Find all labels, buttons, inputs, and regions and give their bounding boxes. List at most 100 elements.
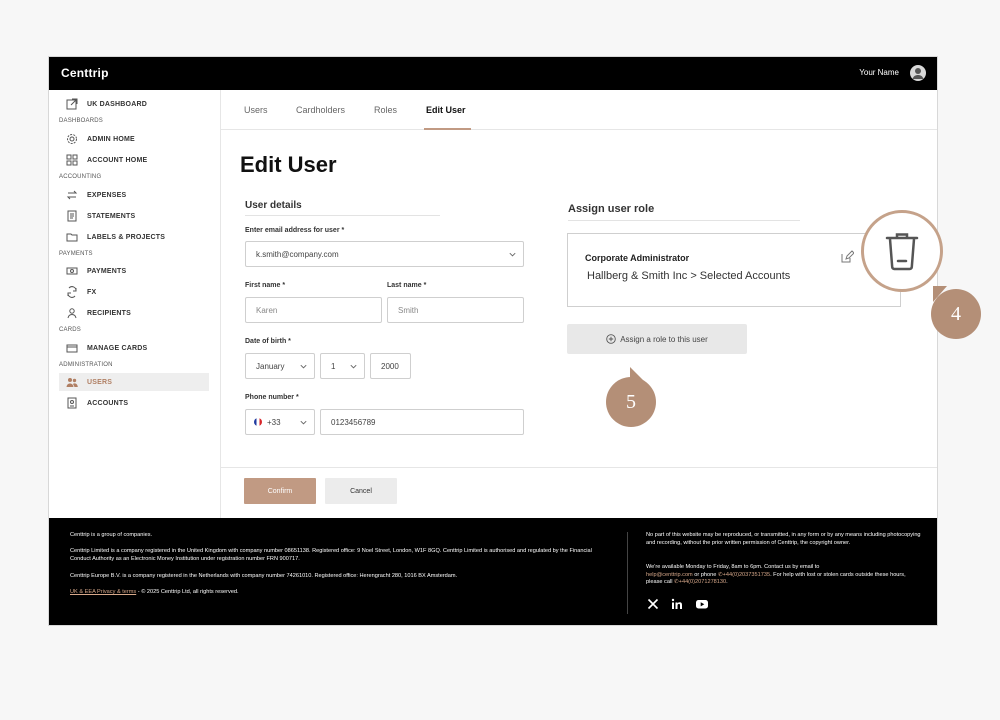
sidebar-item-admin-home[interactable]: ADMIN HOME [59,130,209,148]
user-icon [66,307,78,319]
banknote-icon [66,265,78,277]
footer-eu-registration: Centtrip Europe B.V. is a company regist… [70,573,458,579]
page-title: Edit User [240,152,337,177]
support-email-link[interactable]: help@centtrip.com [646,572,693,578]
edit-icon[interactable] [840,250,854,264]
delete-role-button[interactable] [861,210,943,292]
tab-bar: Users Cardholders Roles Edit User [221,90,937,130]
trash-icon [885,233,919,271]
support-phone-link[interactable]: +44(0)2037351735 [723,572,770,578]
user-name[interactable]: Your Name [859,68,899,77]
section-divider [568,220,800,221]
x-icon[interactable] [647,598,661,610]
footer-uk-registration: Centtrip Limited is a company registered… [70,548,592,562]
phone-number-field[interactable]: 0123456789 [320,409,524,435]
dob-month-select[interactable]: January [245,353,315,379]
chevron-down-icon [300,420,307,425]
footer-contact: We're available Monday to Friday, 8am to… [646,564,921,587]
assign-role-label: Assign a role to this user [620,334,708,344]
sidebar-item-label: ADMIN HOME [87,135,135,143]
callout-badge-4: 4 [931,289,981,339]
contact-text: . [726,579,728,585]
phone-label: Phone number * [245,394,299,401]
gear-icon [66,133,78,145]
form-divider [221,467,937,468]
last-name-label: Last name * [387,282,427,289]
app-window: Centtrip Your Name UK DASHBOARD DASHBOAR… [48,56,938,626]
top-bar: Centtrip Your Name [49,57,937,90]
accounts-icon [66,397,78,409]
copyright-text: - © 2025 Centtrip Ltd, all rights reserv… [136,589,239,595]
dob-year-value: 2000 [381,361,399,371]
assign-role-button[interactable]: Assign a role to this user [567,324,747,354]
role-scope: Hallberg & Smith Inc > Selected Accounts [587,270,791,282]
footer-divider [627,532,628,614]
tab-users[interactable]: Users [244,105,268,115]
sidebar-item-label: ACCOUNT HOME [87,156,148,164]
sidebar-item-fx[interactable]: FX [59,283,209,301]
dob-year-field[interactable]: 2000 [370,353,411,379]
tab-edit-user[interactable]: Edit User [426,105,466,115]
chevron-down-icon [509,252,516,257]
folder-icon [66,231,78,243]
sidebar-section-title: DASHBOARDS [59,118,104,124]
sidebar-item-users[interactable]: USERS [59,373,209,391]
email-label: Enter email address for user * [245,227,345,234]
avatar[interactable] [910,65,926,81]
sidebar-item-labels-projects[interactable]: LABELS & PROJECTS [59,228,209,246]
phone-country-select[interactable]: +33 [245,409,315,435]
sidebar-item-label: STATEMENTS [87,212,136,220]
dob-label: Date of birth * [245,338,291,345]
contact-text: We're available Monday to Friday, 8am to… [646,564,820,570]
france-flag-icon [254,418,262,426]
sidebar-item-label: EXPENSES [87,191,127,199]
assign-role-heading: Assign user role [568,203,655,215]
sidebar-item-statements[interactable]: STATEMENTS [59,207,209,225]
tab-roles[interactable]: Roles [374,105,397,115]
first-name-label: First name * [245,282,286,289]
dob-day-select[interactable]: 1 [320,353,365,379]
sidebar-item-label: ACCOUNTS [87,399,129,407]
sidebar-item-manage-cards[interactable]: MANAGE CARDS [59,339,209,357]
brand-logo[interactable]: Centtrip [61,66,109,80]
footer-legal: UK & EEA Privacy & terms - © 2025 Centtr… [70,589,600,597]
sidebar-section-title: CARDS [59,327,82,333]
lost-card-phone-link[interactable]: +44(0)2071278130 [679,579,726,585]
footer-group-text: Centtrip is a group of companies. [70,532,153,538]
grid-icon [66,154,78,166]
add-circle-icon [606,334,616,344]
sidebar-item-recipients[interactable]: RECIPIENTS [59,304,209,322]
confirm-button[interactable]: Confirm [244,478,316,504]
sidebar-item-label: RECIPIENTS [87,309,132,317]
role-name: Corporate Administrator [585,253,690,263]
sidebar-item-payments[interactable]: PAYMENTS [59,262,209,280]
sidebar-item-label: UK DASHBOARD [87,100,147,108]
youtube-icon[interactable] [695,598,709,610]
sidebar-item-label: LABELS & PROJECTS [87,233,166,241]
sidebar-section-title: ACCOUNTING [59,174,102,180]
callout-badge-5: 5 [606,377,656,427]
first-name-field[interactable]: Karen [245,297,382,323]
email-field[interactable]: k.smith@company.com [245,241,524,267]
sidebar-item-label: FX [87,288,97,296]
sidebar-item-account-home[interactable]: ACCOUNT HOME [59,151,209,169]
user-details-heading: User details [245,200,302,211]
dob-month-value: January [256,361,285,371]
cancel-button[interactable]: Cancel [325,478,397,504]
email-value: k.smith@company.com [256,249,339,259]
exchange-icon [66,189,78,201]
sidebar-item-expenses[interactable]: EXPENSES [59,186,209,204]
currency-exchange-icon [66,286,78,298]
social-links [647,598,709,610]
privacy-terms-link[interactable]: UK & EEA Privacy & terms [70,589,136,595]
phone-number-value: 0123456789 [331,417,376,427]
chevron-down-icon [300,364,307,369]
last-name-field[interactable]: Smith [387,297,524,323]
sidebar-item-uk-dashboard[interactable]: UK DASHBOARD [59,95,209,113]
chevron-down-icon [350,364,357,369]
sidebar-item-accounts[interactable]: ACCOUNTS [59,394,209,412]
section-divider [245,215,440,216]
linkedin-icon[interactable] [671,598,685,610]
tab-cardholders[interactable]: Cardholders [296,105,345,115]
sidebar: UK DASHBOARD DASHBOARDS ADMIN HOME ACCOU… [49,90,221,518]
